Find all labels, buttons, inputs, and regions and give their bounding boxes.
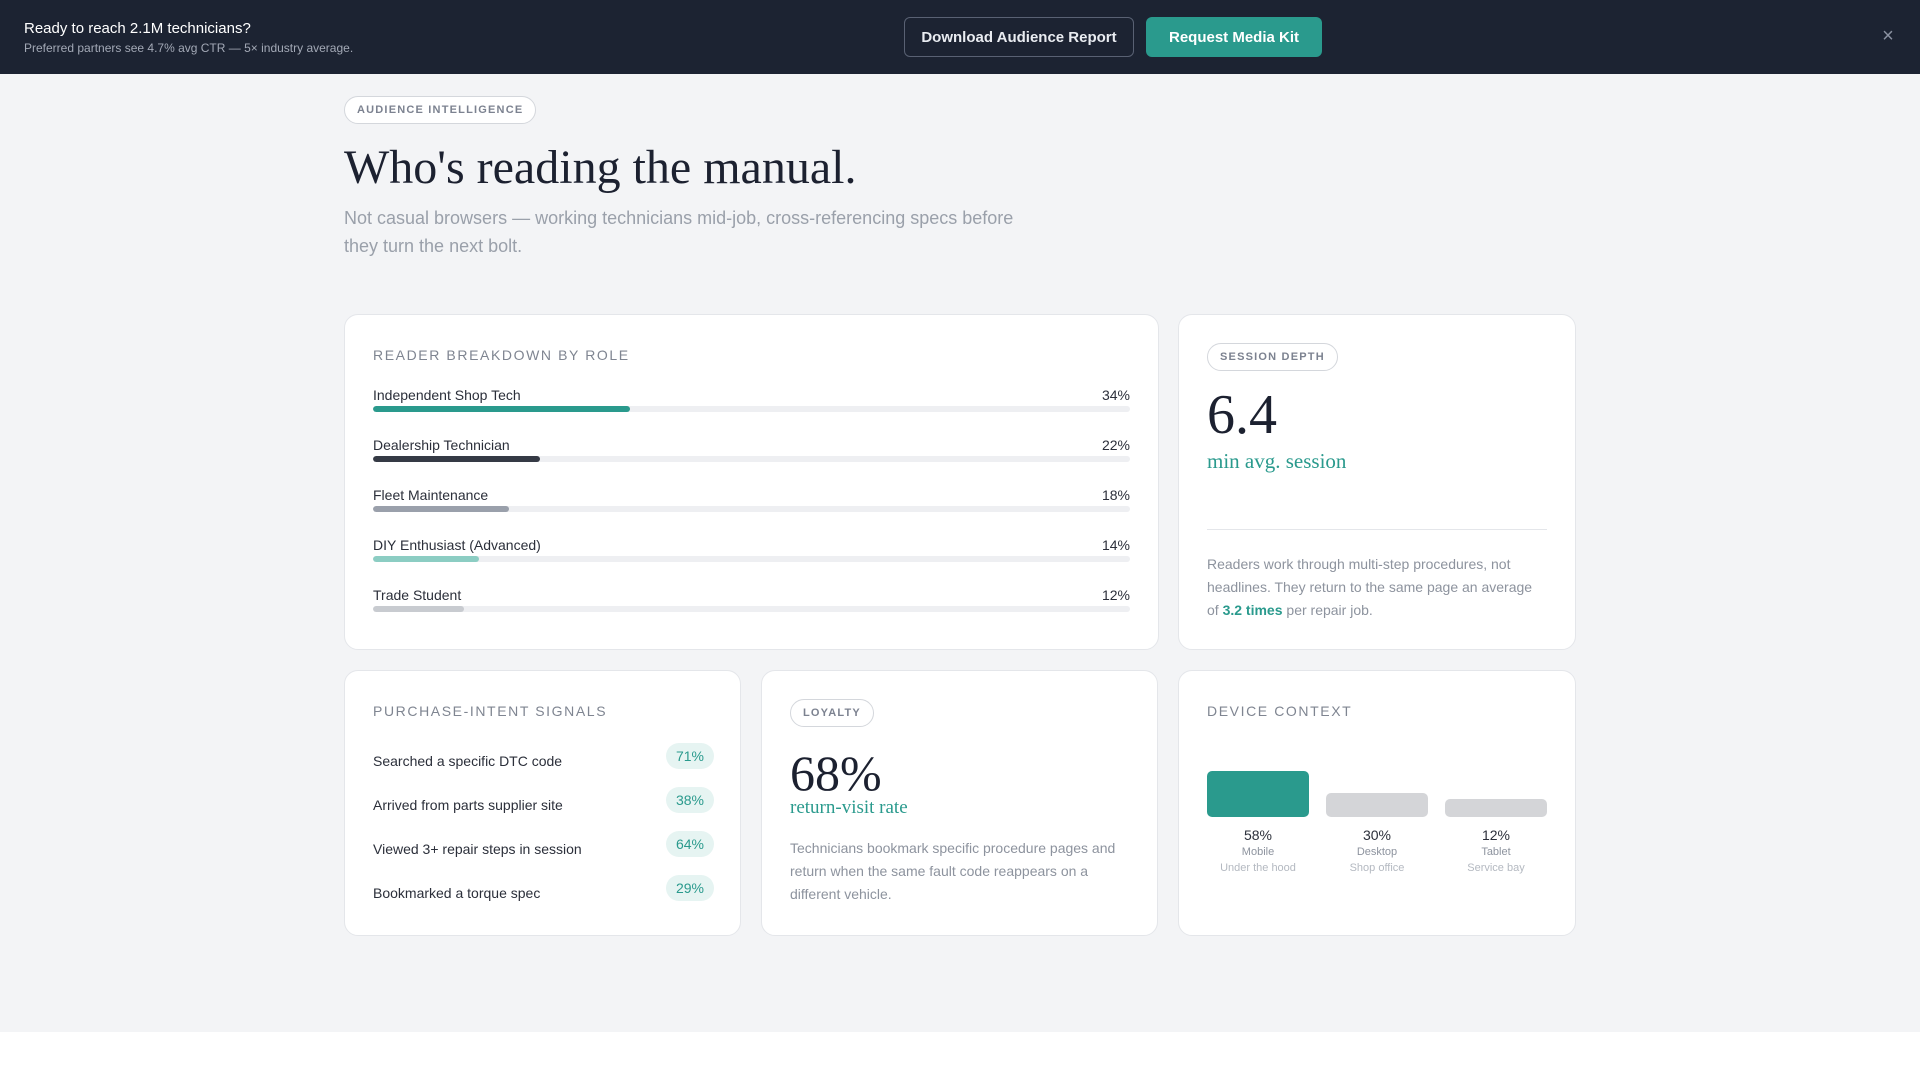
loyalty-pill: LOYALTY: [790, 699, 874, 727]
loyalty-description: Technicians bookmark specific procedure …: [790, 840, 1116, 902]
role-bar-fill: [373, 606, 464, 612]
role-percent: 18%: [1101, 487, 1130, 503]
intent-signal-text: Bookmarked a torque spec: [373, 885, 541, 901]
role-bar-fill: [373, 506, 510, 512]
device-column: 30% Desktop Shop office: [1326, 769, 1428, 899]
session-desc-text: per repair job.: [1282, 602, 1373, 618]
list-item: Bookmarked a torque spec 29%: [373, 873, 714, 917]
intent-percent-badge: 29%: [665, 875, 714, 901]
role-row: Dealership Technician 22%: [373, 437, 1130, 487]
role-row: Independent Shop Tech 34%: [373, 387, 1130, 437]
device-name: Mobile: [1241, 846, 1275, 858]
purchase-intent-card: PURCHASE-INTENT SIGNALS Searched a speci…: [344, 670, 741, 936]
role-row: DIY Enthusiast (Advanced) 14%: [373, 537, 1130, 587]
session-unit: min avg. session: [1207, 449, 1347, 473]
device-context-label: DEVICE CONTEXT: [1207, 703, 1353, 719]
device-context-text: Service bay: [1467, 862, 1525, 874]
device-bar: [1207, 771, 1309, 817]
intent-signal-text: Arrived from parts supplier site: [373, 797, 563, 813]
role-bar-fill: [373, 406, 631, 412]
page-lede: Not casual browsers — working technician…: [344, 208, 1014, 256]
role-bar-fill: [373, 556, 479, 562]
role-bar-fill: [373, 456, 540, 462]
role-breakdown-label: READER BREAKDOWN BY ROLE: [373, 347, 630, 363]
page-title: Who's reading the manual.: [344, 141, 857, 194]
session-depth-pill: SESSION DEPTH: [1207, 343, 1338, 371]
device-context-text: Shop office: [1349, 862, 1405, 874]
loyalty-card: LOYALTY 68% return-visit rate Technician…: [761, 670, 1158, 936]
role-percent: 14%: [1101, 537, 1130, 553]
role-breakdown-card: READER BREAKDOWN BY ROLE Independent Sho…: [344, 314, 1159, 650]
role-row: Trade Student 12%: [373, 587, 1130, 637]
role-bar-track: [373, 606, 1130, 612]
device-column: 58% Mobile Under the hood: [1207, 769, 1309, 899]
role-name: DIY Enthusiast (Advanced): [373, 537, 541, 553]
role-percent: 34%: [1101, 387, 1130, 403]
role-percent: 22%: [1101, 437, 1130, 453]
device-percent: 12%: [1481, 827, 1511, 843]
session-depth-card: SESSION DEPTH 6.4 min avg. session Reade…: [1178, 314, 1576, 650]
purchase-intent-label: PURCHASE-INTENT SIGNALS: [373, 703, 608, 719]
role-bar-track: [373, 456, 1130, 462]
device-percent: 58%: [1243, 827, 1273, 843]
list-item: Searched a specific DTC code 71%: [373, 741, 714, 785]
role-name: Trade Student: [373, 587, 462, 603]
main-section: AUDIENCE INTELLIGENCE Who's reading the …: [0, 74, 1920, 1032]
list-item: Arrived from parts supplier site 38%: [373, 785, 714, 829]
banner-title: Ready to reach 2.1M technicians?: [24, 20, 251, 37]
download-report-button[interactable]: Download Audience Report: [904, 17, 1134, 57]
role-percent: 12%: [1101, 587, 1130, 603]
session-value: 6.4: [1207, 384, 1277, 446]
intent-signal-text: Viewed 3+ repair steps in session: [373, 841, 582, 857]
intent-percent-badge: 71%: [665, 743, 714, 769]
list-item: Viewed 3+ repair steps in session 64%: [373, 829, 714, 873]
device-context-text: Under the hood: [1220, 862, 1296, 874]
divider: [1207, 529, 1547, 530]
device-name: Tablet: [1481, 846, 1511, 858]
intent-list: Searched a specific DTC code 71% Arrived…: [373, 741, 714, 917]
role-bar-track: [373, 506, 1130, 512]
role-bar-track: [373, 406, 1130, 412]
device-columns: 58% Mobile Under the hood 30% Desktop Sh…: [1207, 769, 1549, 899]
request-media-kit-button[interactable]: Request Media Kit: [1146, 17, 1322, 57]
device-percent: 30%: [1362, 827, 1392, 843]
loyalty-unit: return-visit rate: [790, 797, 908, 818]
banner-text: Ready to reach 2.1M technicians? Preferr…: [24, 20, 353, 56]
promo-banner: Ready to reach 2.1M technicians? Preferr…: [0, 0, 1920, 74]
banner-subtitle: Preferred partners see 4.7% avg CTR — 5×…: [24, 41, 354, 55]
device-bar: [1326, 793, 1428, 817]
intent-signal-text: Searched a specific DTC code: [373, 753, 563, 769]
role-name: Dealership Technician: [373, 437, 510, 453]
device-column: 12% Tablet Service bay: [1445, 769, 1547, 899]
session-description: Readers work through multi-step procedur…: [1207, 553, 1547, 622]
session-desc-highlight: 3.2 times: [1222, 602, 1283, 618]
loyalty-value: 68%: [790, 745, 882, 801]
device-context-card: DEVICE CONTEXT 58% Mobile Under the hood…: [1178, 670, 1576, 936]
role-row: Fleet Maintenance 18%: [373, 487, 1130, 537]
role-name: Fleet Maintenance: [373, 487, 489, 503]
device-name: Desktop: [1356, 846, 1398, 858]
section-eyebrow: AUDIENCE INTELLIGENCE: [344, 96, 537, 124]
device-bar: [1445, 799, 1547, 817]
role-bar-track: [373, 556, 1130, 562]
role-list: Independent Shop Tech 34% Dealership Tec…: [373, 387, 1130, 637]
intent-percent-badge: 38%: [665, 787, 714, 813]
intent-percent-badge: 64%: [665, 831, 714, 857]
role-name: Independent Shop Tech: [373, 387, 521, 403]
close-icon[interactable]: ×: [1878, 24, 1898, 48]
